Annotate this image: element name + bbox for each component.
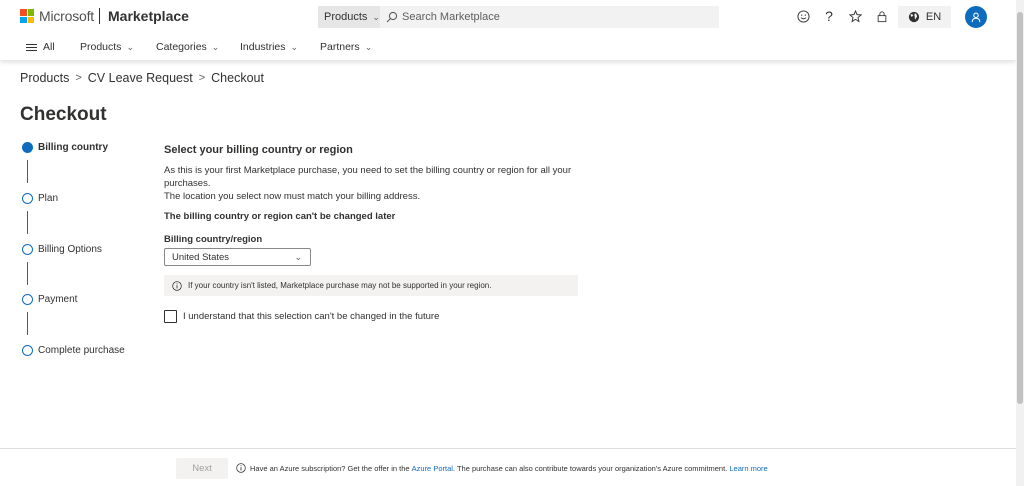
nav-all-label: All: [43, 41, 55, 53]
search-scope-dropdown[interactable]: Products ⌄: [318, 6, 380, 28]
breadcrumb-current: Checkout: [211, 71, 264, 85]
chevron-down-icon: ⌄: [372, 11, 380, 22]
nav-item-partners[interactable]: Partners ⌄: [320, 41, 372, 53]
hamburger-icon: [26, 42, 37, 53]
info-icon: [236, 463, 246, 473]
chevron-right-icon: >: [198, 72, 206, 84]
info-icon: [172, 280, 182, 291]
step-billing-options: Billing Options: [22, 244, 102, 255]
chevron-down-icon: ⌄: [290, 41, 299, 52]
step-connector: [27, 262, 28, 285]
search-scope-label: Products: [324, 11, 368, 23]
product-name[interactable]: Marketplace: [108, 8, 189, 24]
form-description: The location you select now must match y…: [164, 191, 421, 202]
nav-item-label: Partners: [320, 41, 360, 53]
step-label: Payment: [38, 294, 78, 305]
nav-bar: All Products ⌄ Categories ⌄ Industries ⌄ Pa…: [0, 34, 1016, 60]
nav-item-industries[interactable]: Industries ⌄: [240, 41, 298, 53]
step-connector: [27, 312, 28, 335]
search-input[interactable]: [402, 11, 702, 23]
search-box: Products ⌄: [318, 6, 719, 28]
breadcrumb-products[interactable]: Products: [20, 71, 69, 85]
chevron-down-icon: ⌄: [126, 41, 134, 52]
nav-item-label: Categories: [156, 41, 207, 53]
acknowledge-checkbox-label[interactable]: I understand that this selection can't b…: [183, 311, 439, 322]
nav-item-label: Industries: [240, 41, 286, 53]
billing-country-label: Billing country/region: [164, 234, 263, 245]
nav-item-label: Products: [80, 41, 122, 53]
step-indicator-icon: [22, 142, 33, 153]
step-connector: [27, 211, 28, 234]
language-button[interactable]: EN: [898, 6, 951, 28]
nav-item-categories[interactable]: Categories ⌄: [156, 41, 219, 53]
page-title: Checkout: [20, 104, 107, 125]
azure-portal-link[interactable]: Azure Portal: [412, 464, 453, 473]
step-payment: Payment: [22, 294, 77, 305]
step-plan: Plan: [22, 193, 58, 204]
next-button[interactable]: Next: [176, 458, 228, 479]
nav-all-button[interactable]: All: [26, 41, 55, 53]
step-indicator-icon: [22, 244, 33, 255]
step-label: Billing country: [38, 142, 108, 153]
breadcrumb-offer[interactable]: CV Leave Request: [88, 71, 193, 85]
form-description: purchases.: [164, 178, 211, 189]
step-indicator-icon: [22, 294, 33, 305]
billing-country-select[interactable]: United States ⌄: [164, 248, 311, 266]
billing-country-value: United States: [172, 251, 230, 263]
form-heading: Select your billing country or region: [164, 144, 353, 156]
form-warning: The billing country or region can't be c…: [164, 211, 396, 222]
step-indicator-icon: [22, 345, 33, 356]
microsoft-logo-icon[interactable]: [20, 9, 34, 23]
step-label: Billing Options: [38, 244, 102, 255]
info-message-text: If your country isn't listed, Marketplac…: [188, 281, 492, 290]
step-complete-purchase: Complete purchase: [22, 345, 125, 356]
footer-note-suffix: . The purchase can also contribute towar…: [452, 463, 728, 473]
star-icon[interactable]: [847, 8, 863, 24]
scrollbar-thumb[interactable]: [1017, 12, 1023, 404]
info-message-bar: If your country isn't listed, Marketplac…: [164, 275, 578, 296]
step-billing-country: Billing country: [22, 142, 108, 153]
footer-note: Have an Azure subscription? Get the offe…: [236, 463, 768, 473]
form-description: As this is your first Marketplace purcha…: [164, 165, 572, 176]
step-connector: [27, 160, 28, 183]
footer-note-prefix: Have an Azure subscription? Get the offe…: [250, 463, 410, 473]
user-icon: [971, 12, 981, 23]
nav-item-products[interactable]: Products ⌄: [80, 41, 134, 53]
help-icon[interactable]: ?: [821, 8, 837, 24]
step-indicator-icon: [22, 193, 33, 204]
step-label: Complete purchase: [38, 345, 125, 356]
acknowledge-checkbox[interactable]: [164, 310, 177, 323]
search-icon: [386, 11, 398, 23]
chevron-right-icon: >: [75, 72, 82, 84]
footer-bar: Next Have an Azure subscription? Get the…: [0, 448, 1016, 486]
user-avatar[interactable]: [965, 6, 987, 28]
breadcrumb: Products > CV Leave Request > Checkout: [20, 71, 264, 85]
brand-divider: [99, 8, 100, 24]
step-label: Plan: [38, 193, 59, 204]
learn-more-link[interactable]: Learn more: [729, 464, 767, 473]
chevron-down-icon: ⌄: [294, 252, 302, 262]
language-label: EN: [925, 11, 942, 23]
page-scrollbar[interactable]: [1016, 0, 1024, 486]
chevron-down-icon: ⌄: [211, 41, 220, 52]
brand-name[interactable]: Microsoft: [39, 8, 94, 24]
lock-icon[interactable]: [874, 8, 890, 24]
globe-icon: [908, 11, 920, 23]
acknowledge-checkbox-row[interactable]: I understand that this selection can't b…: [164, 310, 439, 323]
smiley-icon[interactable]: [795, 8, 811, 24]
top-header: Microsoft Marketplace Products ⌄ ? EN: [0, 0, 1016, 34]
chevron-down-icon: ⌄: [364, 41, 373, 52]
